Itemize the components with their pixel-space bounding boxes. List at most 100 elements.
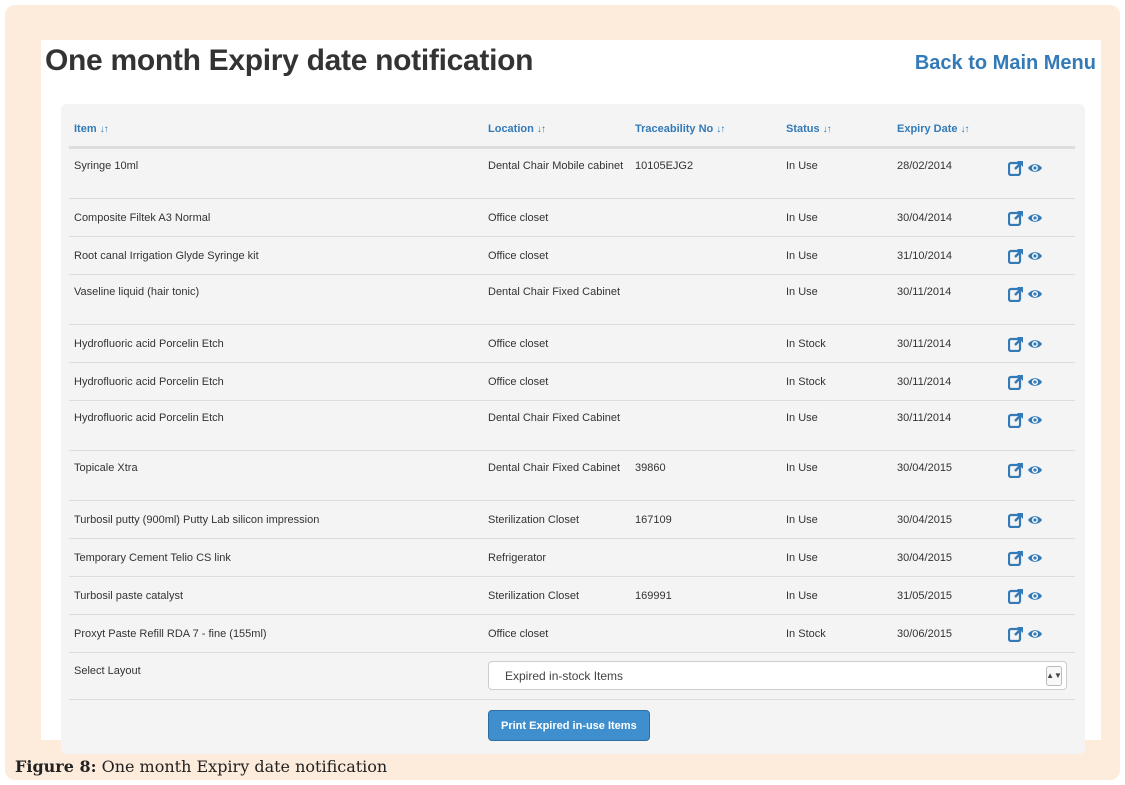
row-actions [1008,451,1075,478]
cell-expiry: 30/11/2014 [897,286,952,298]
edit-external-icon[interactable] [1008,550,1024,566]
cell-expiry: 30/11/2014 [897,338,952,350]
eye-icon[interactable] [1027,160,1043,176]
header-status[interactable]: Status ↓↑ [786,123,897,135]
sort-icon: ↓↑ [99,124,109,135]
cell-expiry: 28/02/2014 [897,160,953,172]
eye-icon[interactable] [1027,286,1043,302]
cell-traceability: 39860 [635,462,666,474]
row-actions [1008,501,1075,528]
cell-item: Hydrofluoric acid Porcelin Etch [74,376,224,388]
eye-icon[interactable] [1027,336,1043,352]
cell-location: Office closet [488,338,549,350]
edit-external-icon[interactable] [1008,374,1024,390]
sort-icon: ↓↑ [716,124,725,135]
page-title: One month Expiry date notification [45,44,534,77]
row-actions [1008,325,1075,352]
cell-item: Root canal Irrigation Glyde Syringe kit [74,250,259,262]
eye-icon[interactable] [1027,462,1043,478]
edit-external-icon[interactable] [1008,160,1024,176]
eye-icon[interactable] [1027,512,1043,528]
cell-expiry: 30/04/2015 [897,552,953,564]
cell-item: Hydrofluoric acid Porcelin Etch [74,412,224,424]
cell-location: Office closet [488,250,549,262]
cell-location: Refrigerator [488,552,547,564]
table-body: Syringe 10ml Dental Chair Mobile cabinet 1… [69,148,1075,652]
cell-traceability [635,363,786,374]
edit-external-icon[interactable] [1008,336,1024,352]
edit-external-icon[interactable] [1008,286,1024,302]
row-actions [1008,539,1075,566]
chevron-down-icon: ▲▼ [1046,665,1062,686]
cell-expiry: 30/11/2014 [897,376,952,388]
eye-icon[interactable] [1027,248,1043,264]
cell-traceability: 169991 [635,590,672,602]
eye-icon[interactable] [1027,412,1043,428]
edit-external-icon[interactable] [1008,512,1024,528]
cell-status: In Use [786,212,818,224]
header-expiry[interactable]: Expiry Date ↓↑ [897,123,1008,135]
sort-icon: ↓↑ [536,124,546,135]
sort-icon: ↓↑ [822,124,832,135]
cell-expiry: 30/04/2015 [897,462,953,474]
cell-traceability: 10105EJG2 [635,160,694,172]
eye-icon[interactable] [1027,588,1043,604]
print-row: Print Expired in-use Items [69,699,1075,748]
back-to-main-menu-link[interactable]: Back to Main Menu [915,52,1096,75]
table-row: Topicale Xtra Dental Chair Fixed Cabinet 3… [69,450,1075,500]
caption-text: One month Expiry date notification [101,757,388,776]
table-panel: Item ↓↑ Location ↓↑ Traceability No ↓↑ Stat… [61,104,1085,754]
edit-external-icon[interactable] [1008,626,1024,642]
figure-caption: Figure 8: One month Expiry date notifica… [15,757,387,776]
eye-icon[interactable] [1027,374,1043,390]
row-actions [1008,275,1075,302]
cell-expiry: 31/10/2014 [897,250,953,262]
cell-item: Turbosil putty (900ml) Putty Lab silicon… [74,514,320,526]
cell-status: In Stock [786,376,826,388]
table-row: Hydrofluoric acid Porcelin Etch Office cl… [69,362,1075,400]
cell-item: Topicale Xtra [74,462,138,474]
edit-external-icon[interactable] [1008,588,1024,604]
print-expired-in-use-button[interactable]: Print Expired in-use Items [488,710,650,741]
cell-location: Sterilization Closet [488,590,580,602]
cell-status: In Use [786,412,818,424]
edit-external-icon[interactable] [1008,210,1024,226]
cell-location: Dental Chair Mobile cabinet [488,160,624,172]
table-row: Proxyt Paste Refill RDA 7 - fine (155ml)… [69,614,1075,652]
cell-item: Syringe 10ml [74,160,139,172]
cell-location: Office closet [488,628,549,640]
select-layout-label: Select Layout [74,665,141,677]
eye-icon[interactable] [1027,210,1043,226]
row-actions [1008,149,1075,176]
edit-external-icon[interactable] [1008,248,1024,264]
caption-label: Figure 8: [15,757,97,776]
cell-status: In Use [786,160,818,172]
cell-status: In Use [786,514,818,526]
header-location[interactable]: Location ↓↑ [483,123,635,135]
cell-item: Temporary Cement Telio CS link [74,552,231,564]
cell-traceability [635,275,786,284]
header-item[interactable]: Item ↓↑ [69,123,483,135]
cell-expiry: 31/05/2015 [897,590,953,602]
cell-traceability [635,401,786,410]
eye-icon[interactable] [1027,626,1043,642]
eye-icon[interactable] [1027,550,1043,566]
table-header: Item ↓↑ Location ↓↑ Traceability No ↓↑ Stat… [69,112,1075,148]
header-traceability[interactable]: Traceability No ↓↑ [635,123,786,135]
cell-expiry: 30/04/2014 [897,212,953,224]
row-actions [1008,199,1075,226]
header-actions [1008,124,1075,135]
edit-external-icon[interactable] [1008,462,1024,478]
table-row: Hydrofluoric acid Porcelin Etch Dental Ch… [69,400,1075,450]
cell-location: Dental Chair Fixed Cabinet [488,412,621,424]
table-row: Root canal Irrigation Glyde Syringe kit O… [69,236,1075,274]
edit-external-icon[interactable] [1008,412,1024,428]
cell-status: In Use [786,250,818,262]
cell-location: Sterilization Closet [488,514,580,526]
cell-status: In Use [786,286,818,298]
cell-location: Dental Chair Fixed Cabinet [488,462,621,474]
layout-select[interactable]: Expired in-stock Items ▲▼ [488,661,1067,690]
cell-status: In Use [786,462,818,474]
cell-item: Composite Filtek A3 Normal [74,212,211,224]
cell-location: Office closet [488,376,549,388]
